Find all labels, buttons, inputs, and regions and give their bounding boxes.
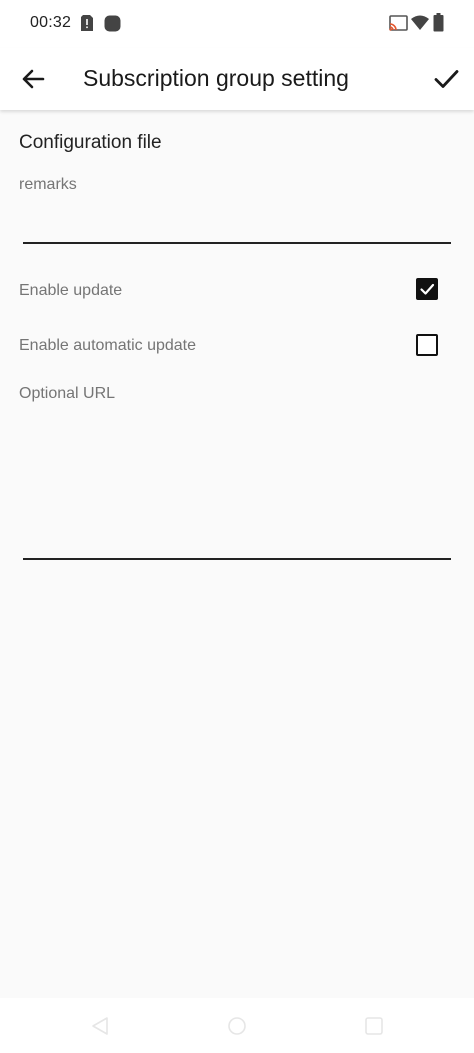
section-title: Configuration file [19, 132, 162, 153]
remarks-input[interactable] [23, 210, 451, 244]
screen: 00:32 Subscription group setting Configu… [0, 0, 474, 1053]
arrow-back-icon[interactable] [18, 64, 48, 94]
enable-update-label: Enable update [19, 282, 123, 299]
checkmark-icon [420, 283, 435, 295]
page-title: Subscription group setting [83, 65, 349, 91]
optional-url-label: Optional URL [19, 385, 116, 402]
optional-url-input[interactable] [23, 410, 451, 560]
recents-square-icon[interactable] [362, 1014, 386, 1038]
battery-icon [433, 13, 444, 37]
home-circle-icon[interactable] [225, 1014, 249, 1038]
cast-icon [389, 15, 409, 37]
sim-alert-icon [80, 14, 94, 37]
enable-update-checkbox[interactable] [416, 278, 438, 300]
check-icon[interactable] [430, 63, 462, 95]
enable-auto-update-label: Enable automatic update [19, 337, 197, 354]
status-bar: 00:32 [0, 0, 474, 48]
notification-icon [104, 15, 121, 37]
status-time: 00:32 [30, 14, 72, 31]
enable-auto-update-checkbox[interactable] [416, 334, 438, 356]
back-triangle-icon[interactable] [88, 1014, 112, 1038]
wifi-icon [411, 15, 429, 35]
toolbar: Subscription group setting [0, 48, 474, 110]
remarks-label: remarks [19, 176, 77, 193]
nav-bar [0, 998, 474, 1053]
